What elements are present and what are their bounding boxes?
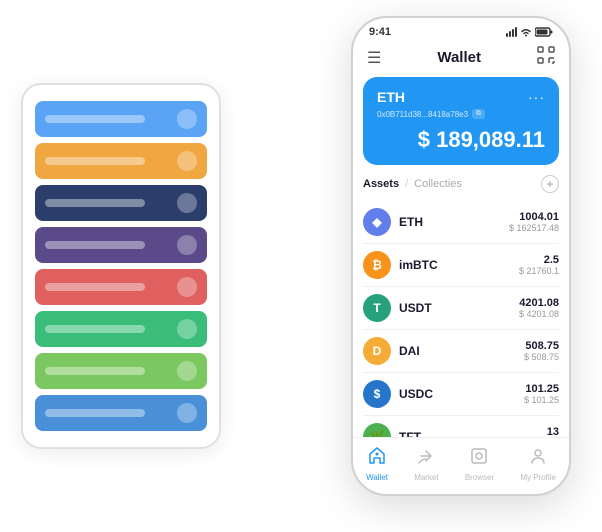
nav-label: Browser	[465, 473, 494, 482]
card-item-text	[45, 115, 145, 123]
asset-name: USDC	[399, 387, 524, 401]
card-item-text	[45, 367, 145, 375]
card-item-icon	[177, 403, 197, 423]
asset-item[interactable]: D DAI 508.75 $ 508.75	[363, 330, 559, 373]
asset-name: DAI	[399, 344, 524, 358]
asset-item[interactable]: ◆ ETH 1004.01 $ 162517.48	[363, 201, 559, 244]
card-item[interactable]	[35, 269, 207, 305]
asset-amounts: 2.5 $ 21760.1	[519, 254, 559, 276]
battery-icon	[535, 27, 553, 37]
asset-name: ETH	[399, 215, 509, 229]
asset-amounts: 1004.01 $ 162517.48	[509, 211, 559, 233]
card-item[interactable]	[35, 143, 207, 179]
asset-list: ◆ ETH 1004.01 $ 162517.48 ₿ imBTC 2.5 $ …	[363, 201, 559, 437]
nav-icon	[367, 446, 387, 471]
assets-tabs: Assets / Collecties	[363, 178, 462, 190]
card-item-icon	[177, 151, 197, 171]
asset-icon: T	[363, 294, 391, 322]
assets-header: Assets / Collecties +	[363, 175, 559, 193]
nav-icon	[416, 446, 436, 471]
wifi-icon	[520, 27, 532, 37]
scene: 9:41	[21, 16, 581, 516]
asset-item[interactable]: 🌿 TFT 13 0	[363, 416, 559, 437]
card-item-icon	[177, 235, 197, 255]
header-title: Wallet	[437, 49, 481, 66]
eth-symbol: ETH	[377, 89, 405, 105]
phone: 9:41	[351, 16, 571, 496]
asset-value: $ 508.75	[524, 352, 559, 362]
scan-icon[interactable]	[537, 46, 555, 69]
asset-icon: 🌿	[363, 423, 391, 437]
card-item-icon	[177, 109, 197, 129]
asset-icon: D	[363, 337, 391, 365]
assets-add-button[interactable]: +	[541, 175, 559, 193]
asset-icon: $	[363, 380, 391, 408]
card-item-icon	[177, 277, 197, 297]
status-icons	[506, 27, 553, 37]
nav-icon	[528, 446, 548, 471]
eth-balance: $ 189,089.11	[377, 127, 545, 153]
eth-address-badge: ⧉	[472, 109, 485, 119]
asset-value: $ 4201.08	[519, 309, 559, 319]
eth-card[interactable]: ETH ··· 0x0B711d38...8418a78e3 ⧉ $ 189,0…	[363, 77, 559, 165]
nav-item-browser[interactable]: Browser	[465, 446, 494, 482]
asset-name: USDT	[399, 301, 519, 315]
time: 9:41	[369, 26, 391, 38]
asset-balance: 508.75	[524, 340, 559, 352]
bottom-nav: Wallet Market Browser My Profile	[353, 437, 569, 494]
asset-balance: 1004.01	[509, 211, 559, 223]
card-item-icon	[177, 193, 197, 213]
card-item[interactable]	[35, 185, 207, 221]
status-bar: 9:41	[353, 18, 569, 42]
nav-label: Wallet	[366, 473, 388, 482]
eth-more[interactable]: ···	[528, 89, 545, 105]
asset-item[interactable]: $ USDC 101.25 $ 101.25	[363, 373, 559, 416]
phone-content: ETH ··· 0x0B711d38...8418a78e3 ⧉ $ 189,0…	[353, 77, 569, 437]
asset-name: TFT	[399, 430, 547, 437]
asset-value: $ 21760.1	[519, 266, 559, 276]
nav-label: My Profile	[520, 473, 556, 482]
asset-amounts: 508.75 $ 508.75	[524, 340, 559, 362]
assets-tab-inactive[interactable]: Collecties	[414, 178, 462, 190]
card-item[interactable]	[35, 227, 207, 263]
card-item-text	[45, 409, 145, 417]
card-item-text	[45, 157, 145, 165]
assets-tab-divider: /	[405, 178, 408, 190]
card-item-text	[45, 325, 145, 333]
asset-item[interactable]: ₿ imBTC 2.5 $ 21760.1	[363, 244, 559, 287]
nav-item-my-profile[interactable]: My Profile	[520, 446, 556, 482]
asset-value: $ 162517.48	[509, 223, 559, 233]
asset-amounts: 13 0	[547, 426, 559, 437]
phone-header: ☰ Wallet	[353, 42, 569, 77]
card-item-text	[45, 199, 145, 207]
nav-item-market[interactable]: Market	[414, 446, 438, 482]
asset-name: imBTC	[399, 258, 519, 272]
card-item[interactable]	[35, 101, 207, 137]
card-item[interactable]	[35, 311, 207, 347]
card-stack	[21, 83, 221, 449]
nav-item-wallet[interactable]: Wallet	[366, 446, 388, 482]
card-item[interactable]	[35, 395, 207, 431]
nav-label: Market	[414, 473, 438, 482]
signal-icon	[506, 27, 517, 37]
asset-amounts: 101.25 $ 101.25	[524, 383, 559, 405]
card-item-text	[45, 241, 145, 249]
asset-balance: 101.25	[524, 383, 559, 395]
asset-icon: ₿	[363, 251, 391, 279]
asset-amounts: 4201.08 $ 4201.08	[519, 297, 559, 319]
asset-value: $ 101.25	[524, 395, 559, 405]
card-item-icon	[177, 319, 197, 339]
assets-tab-active[interactable]: Assets	[363, 178, 399, 190]
eth-address: 0x0B711d38...8418a78e3 ⧉	[377, 109, 545, 119]
asset-icon: ◆	[363, 208, 391, 236]
asset-balance: 13	[547, 426, 559, 437]
card-item-text	[45, 283, 145, 291]
card-item-icon	[177, 361, 197, 381]
asset-item[interactable]: T USDT 4201.08 $ 4201.08	[363, 287, 559, 330]
nav-icon	[469, 446, 489, 471]
asset-balance: 4201.08	[519, 297, 559, 309]
menu-icon[interactable]: ☰	[367, 48, 381, 68]
card-item[interactable]	[35, 353, 207, 389]
asset-balance: 2.5	[519, 254, 559, 266]
